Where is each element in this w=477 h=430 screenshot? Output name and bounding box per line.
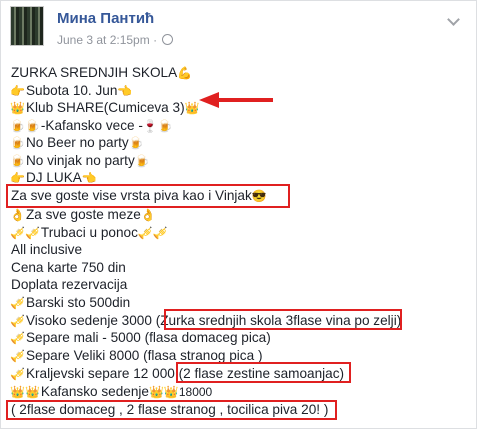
post-line-text: No Beer no party <box>25 135 129 150</box>
post-line: 👑Klub SHARE(Cumiceva 3)👑 <box>10 99 201 117</box>
post-line-text: Klub SHARE(Cumiceva 3) <box>25 100 185 115</box>
post-line: 🍺No vinjak no party🍺 <box>10 152 151 170</box>
emoji-before: 👉 <box>10 84 25 98</box>
post-line-text: Doplata rezervacija <box>11 277 128 292</box>
emoji-before: 🍺🍺 <box>10 119 40 133</box>
emoji-after: 👈 <box>117 84 133 98</box>
post-line: Cena karte 750 din <box>10 259 127 277</box>
red-arrow-left-icon <box>199 92 273 108</box>
post-line: 👌Za sve goste meze👌 <box>10 206 157 224</box>
post-line: 🎺Separe mali - 5000 (flasa domaceg pica) <box>10 329 272 347</box>
highlight-box-kafansko <box>6 400 337 420</box>
post-line-text: Trubaci u ponoc <box>40 225 138 240</box>
emoji-after: 👑👑18000 <box>148 385 213 399</box>
highlight-box-visoko <box>164 309 402 330</box>
emoji-before: 👑 <box>10 101 25 115</box>
emoji-before: 🍺 <box>10 136 25 150</box>
post-line-text: Za sve goste meze <box>25 207 141 222</box>
emoji-before: 🎺 <box>10 331 25 345</box>
post-line-text: Separe mali - 5000 (flasa domaceg pica) <box>25 330 271 345</box>
emoji-after: 🎺🎺 <box>137 226 168 240</box>
emoji-before: 🍺 <box>10 154 25 168</box>
post-line: 👑👑Kafansko sedenje👑👑18000 <box>10 383 213 401</box>
emoji-after: 👈 <box>81 171 97 185</box>
emoji-before: 🎺 <box>10 349 25 363</box>
emoji-after: 🍺 <box>128 136 144 150</box>
emoji-before: 👑👑 <box>10 385 40 399</box>
emoji-after: 💪 <box>177 66 193 80</box>
post-line-text: ZURKA SREDNJIH SKOLA <box>11 65 178 80</box>
post-line: All inclusive <box>10 241 83 259</box>
post-line-text: Subota 10. Jun <box>25 83 118 98</box>
emoji-before: 🎺 <box>10 296 25 310</box>
post-line: ZURKA SREDNJIH SKOLA💪 <box>10 64 193 82</box>
post-line: 🍺No Beer no party🍺 <box>10 134 145 152</box>
highlight-box-kraljevski <box>176 362 351 383</box>
emoji-before: 🎺🎺 <box>10 226 40 240</box>
highlight-box-vinjak <box>6 184 290 208</box>
facebook-post: Мина Пантић June 3 at 2:15pm · ZURKA SRE… <box>0 0 477 429</box>
emoji-before: 👌 <box>10 208 25 222</box>
post-line: 🍺🍺-Kafansko vece -🍷🍺 <box>10 117 174 135</box>
post-line-text: Kafansko sedenje <box>40 384 149 399</box>
emoji-before: 🎺 <box>10 367 25 381</box>
post-line-text: Cena karte 750 din <box>11 260 126 275</box>
post-line: 👉Subota 10. Jun👈 <box>10 82 133 100</box>
post-line-text: All inclusive <box>11 242 83 257</box>
emoji-before: 👉 <box>10 171 25 185</box>
emoji-before: 🎺 <box>10 314 25 328</box>
post-line: Doplata rezervacija <box>10 276 128 294</box>
post-line: 🎺🎺Trubaci u ponoc🎺🎺 <box>10 224 169 242</box>
post-line: 🎺Barski sto 500din <box>10 294 131 312</box>
post-line-text: No vinjak no party <box>25 153 135 168</box>
emoji-after: 🍷🍺 <box>142 119 173 133</box>
post-line-text: Separe Veliki 8000 (flasa stranog pica ) <box>25 348 263 363</box>
emoji-after: 🍺 <box>134 154 150 168</box>
post-line-text: Barski sto 500din <box>25 295 131 310</box>
emoji-after: 👌 <box>140 208 156 222</box>
post-line-text: -Kafansko vece - <box>40 118 143 133</box>
post-line-text: DJ LUKA <box>25 170 82 185</box>
